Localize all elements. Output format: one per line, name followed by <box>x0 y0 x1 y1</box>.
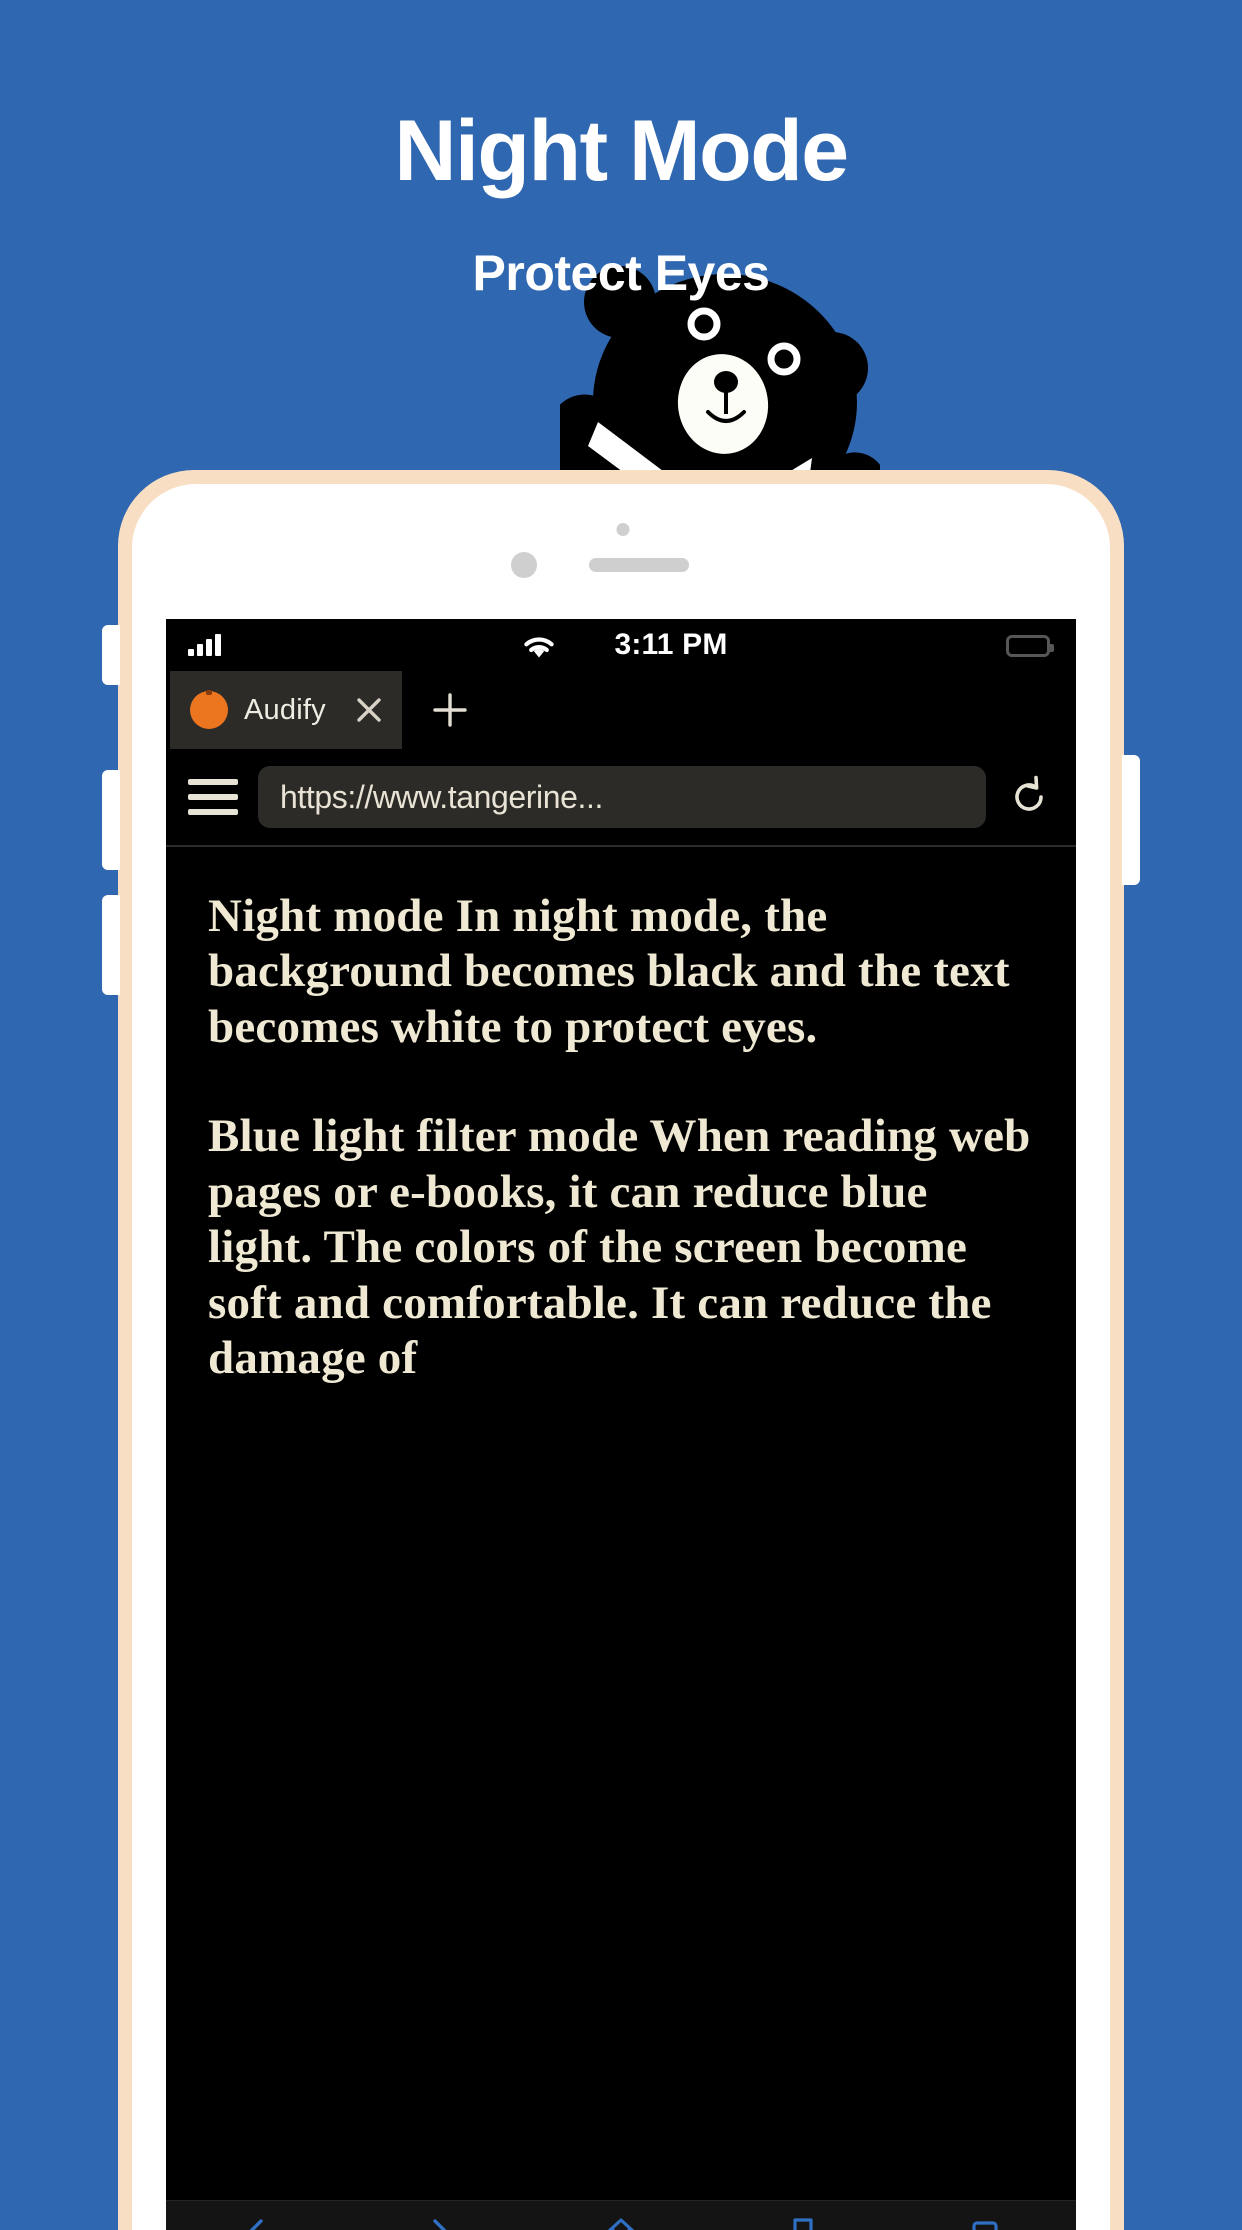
url-text: https://www.tangerine... <box>280 778 604 815</box>
volume-down-button[interactable] <box>102 895 120 995</box>
power-button[interactable] <box>1122 755 1140 885</box>
webpage-paragraph: Night mode In night mode, the background… <box>208 890 1010 1053</box>
reload-icon[interactable] <box>1006 774 1054 820</box>
tangerine-favicon-icon <box>190 690 228 729</box>
plus-icon[interactable] <box>428 688 472 732</box>
wifi-icon <box>520 633 558 666</box>
phone-mockup: 3:11 PM Audify https://www.tangerine... … <box>102 470 1140 2230</box>
earpiece-speaker <box>589 558 689 572</box>
home-icon[interactable] <box>604 2215 638 2230</box>
forward-icon[interactable] <box>422 2215 456 2230</box>
tabs-icon[interactable] <box>968 2215 1002 2230</box>
webpage-content: Night mode In night mode, the background… <box>166 847 1076 1387</box>
page-subtitle: Protect Eyes <box>472 245 770 302</box>
browser-tab-strip: Audify <box>166 671 1076 749</box>
close-icon[interactable] <box>352 693 386 727</box>
front-camera-icon <box>511 552 537 578</box>
status-bar: 3:11 PM <box>166 619 1076 671</box>
phone-screen: 3:11 PM Audify https://www.tangerine... … <box>166 619 1076 2230</box>
address-bar[interactable]: https://www.tangerine... <box>258 766 986 828</box>
browser-toolbar: https://www.tangerine... <box>166 749 1076 847</box>
silent-switch-button[interactable] <box>102 625 120 685</box>
ambient-sensor-icon <box>616 523 630 536</box>
status-clock: 3:11 PM <box>614 628 728 661</box>
browser-bottom-toolbar <box>166 2200 1076 2230</box>
hamburger-menu-icon[interactable] <box>188 779 238 815</box>
battery-full-icon <box>1006 635 1054 657</box>
back-icon[interactable] <box>240 2215 274 2230</box>
browser-tab-title: Audify <box>244 693 326 726</box>
cellular-signal-icon <box>188 634 221 656</box>
browser-tab-active[interactable]: Audify <box>170 671 402 749</box>
page-title: Night Mode <box>394 103 849 199</box>
promo-header: Night Mode Protect Eyes <box>0 0 1242 302</box>
webpage-paragraph: Blue light filter mode When reading web … <box>208 1110 1031 1385</box>
volume-up-button[interactable] <box>102 770 120 870</box>
bookmark-icon[interactable] <box>786 2215 820 2230</box>
phone-body: 3:11 PM Audify https://www.tangerine... … <box>132 484 1110 2230</box>
